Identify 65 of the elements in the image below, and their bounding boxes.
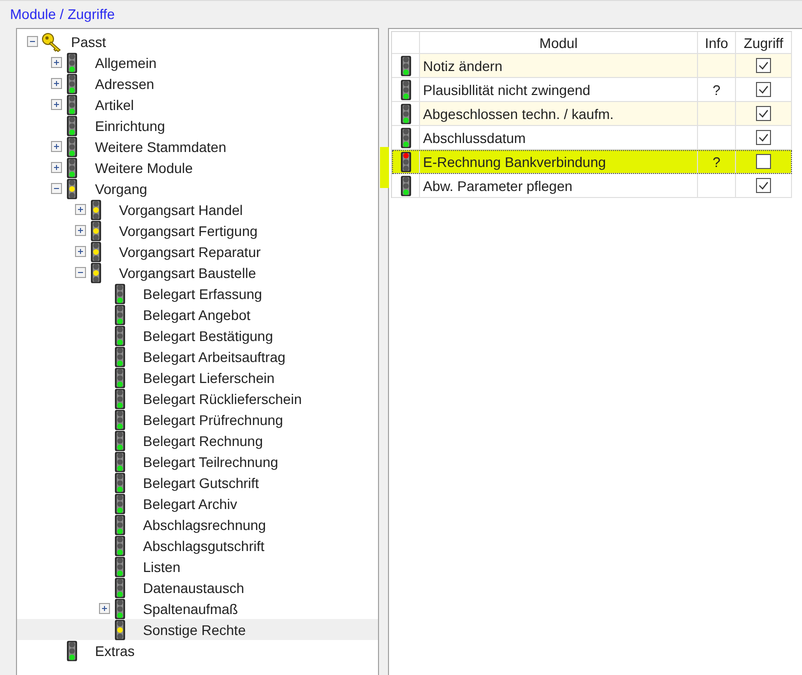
tree-item-label[interactable]: Allgemein	[91, 54, 156, 70]
collapse-icon[interactable]	[26, 36, 38, 47]
tree-item-label[interactable]: Datenaustausch	[139, 580, 244, 596]
tree-item-label[interactable]: Belegart Arbeitsauftrag	[139, 348, 286, 364]
expand-icon[interactable]	[50, 78, 62, 89]
tree-item-label[interactable]: Listen	[139, 558, 180, 574]
tree-item-label[interactable]: Belegart Rücklieferschein	[139, 390, 302, 406]
table-row[interactable]: Abw. Parameter pflegen	[392, 174, 792, 198]
table-cell: Abw. Parameter pflegen	[423, 178, 572, 194]
checkbox[interactable]	[756, 58, 771, 73]
tree-item-label[interactable]: Belegart Angebot	[139, 306, 250, 322]
tree-item-label[interactable]: Vorgangsart Reparatur	[115, 244, 261, 260]
expand-icon[interactable]	[74, 204, 86, 215]
expand-icon[interactable]	[50, 99, 62, 110]
table-row[interactable]: E-Rechnung Bankverbindung ?	[392, 150, 792, 174]
tree-item-label[interactable]: Belegart Rechnung	[139, 432, 263, 448]
table-row[interactable]: Plausibllität nicht zwingend ?	[392, 78, 792, 102]
highlight-marker	[380, 147, 389, 188]
key-icon	[41, 32, 63, 52]
tree-item-label[interactable]: Spaltenaufmaß	[139, 600, 238, 616]
tree-item-label[interactable]: Belegart Teilrechnung	[139, 454, 278, 470]
table-row[interactable]: Abschlussdatum	[392, 126, 792, 150]
table-cell: E-Rechnung Bankverbindung	[423, 154, 606, 170]
info-mark: ?	[712, 82, 720, 98]
tree-item-label[interactable]: Abschlagsrechnung	[139, 516, 266, 532]
tree-item-label[interactable]: Belegart Gutschrift	[139, 474, 259, 490]
tree-item-label[interactable]: Belegart Bestätigung	[139, 328, 273, 344]
checkbox[interactable]	[756, 154, 771, 169]
checkbox[interactable]	[756, 178, 771, 193]
tree-item-label[interactable]: Vorgangsart Baustelle	[115, 264, 256, 280]
expand-icon[interactable]	[98, 603, 110, 614]
info-mark: ?	[712, 154, 720, 170]
collapse-icon[interactable]	[74, 267, 86, 278]
tree-item-label[interactable]: Weitere Module	[91, 160, 193, 176]
expand-icon[interactable]	[50, 141, 62, 152]
tree-item-label[interactable]: Weitere Stammdaten	[91, 138, 226, 154]
tree-item-label[interactable]: Vorgangsart Handel	[115, 202, 243, 218]
tree-item-label[interactable]: Adressen	[91, 76, 154, 92]
tree-item-label[interactable]: Belegart Erfassung	[139, 286, 262, 302]
tree-item-label[interactable]: Extras	[91, 642, 135, 658]
table-row[interactable]: Notiz ändern	[392, 54, 792, 78]
tree-item-label[interactable]: Belegart Lieferschein	[139, 370, 275, 386]
tree-row[interactable]: Sonstige Rechte	[17, 619, 378, 640]
collapse-icon[interactable]	[50, 183, 62, 194]
tree-item-label[interactable]: Vorgang	[91, 180, 148, 196]
tree-item-label[interactable]: Vorgangsart Fertigung	[115, 222, 258, 238]
tree-item-label[interactable]: Einrichtung	[91, 118, 166, 134]
table-cell: Abschlussdatum	[423, 130, 526, 146]
tree-item-label[interactable]: Belegart Archiv	[139, 496, 238, 512]
expand-icon[interactable]	[50, 57, 62, 68]
table-row[interactable]: Abgeschlossen techn. / kaufm.	[392, 102, 792, 126]
tree-item-label[interactable]: Belegart Prüfrechnung	[139, 412, 284, 428]
expand-icon[interactable]	[74, 246, 86, 257]
tree-item-label[interactable]: Artikel	[91, 96, 134, 112]
table-cell: Notiz ändern	[423, 58, 502, 74]
tree-item-label[interactable]: Abschlagsgutschrift	[139, 538, 264, 554]
table-cell: Abgeschlossen techn. / kaufm.	[423, 106, 614, 122]
table-cell: Plausibllität nicht zwingend	[423, 82, 590, 98]
checkbox[interactable]	[756, 106, 771, 121]
tree-item-label[interactable]: Sonstige Rechte	[139, 622, 246, 638]
checkbox[interactable]	[756, 82, 771, 97]
expand-icon[interactable]	[74, 225, 86, 236]
tree-item-label[interactable]: Passt	[67, 34, 106, 50]
checkbox[interactable]	[756, 130, 771, 145]
expand-icon[interactable]	[50, 162, 62, 173]
